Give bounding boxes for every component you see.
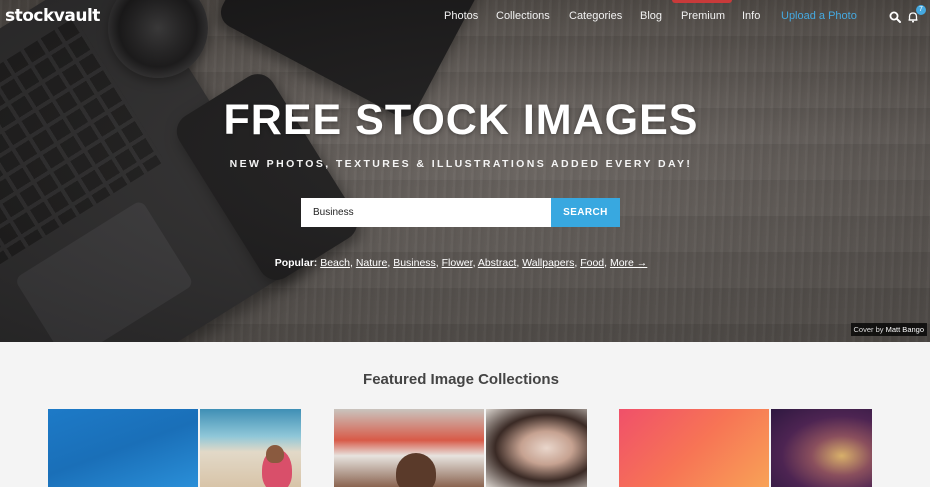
hero-title: FREE STOCK IMAGES [223,96,699,144]
nav-categories[interactable]: Categories [569,10,622,22]
cover-credit: Cover by Matt Bango [850,323,927,336]
nav-info[interactable]: Info [742,10,760,22]
popular-link-business[interactable]: Business [393,257,436,269]
nav-photos[interactable]: Photos [444,10,478,22]
popular-label: Popular: [274,257,318,269]
collection-thumbnail [619,409,769,487]
search-input[interactable] [301,198,552,227]
credit-prefix: Cover [853,325,874,334]
nav-upload-photo[interactable]: Upload a Photo [781,10,857,22]
credit-by: by [875,325,884,334]
collection-thumbnail [48,409,198,487]
popular-link-abstract[interactable]: Abstract [478,257,517,269]
collection-card[interactable] [48,409,301,487]
collection-thumbnail [200,409,301,487]
child-head [266,445,284,463]
popular-link-beach[interactable]: Beach [320,257,350,269]
hero-overlay [0,0,930,342]
popular-searches: Popular: Beach, Nature, Business, Flower… [274,257,648,269]
popular-link-wallpapers[interactable]: Wallpapers [522,257,574,269]
collection-thumbnail [771,409,872,487]
nav-premium[interactable]: Premium [681,10,725,22]
hero-subtitle: NEW PHOTOS, TEXTURES & ILLUSTRATIONS ADD… [229,158,693,170]
collection-thumbnail [486,409,587,487]
search-icon[interactable] [889,10,901,23]
collection-card[interactable] [619,409,872,487]
credit-author-link[interactable]: Matt Bango [886,325,924,334]
notification-badge: 7 [916,5,926,15]
popular-link-more[interactable]: More → [610,257,647,269]
popular-link-food[interactable]: Food [580,257,604,269]
nav-collections[interactable]: Collections [496,10,550,22]
hero-banner: stockvault Photos Collections Categories… [0,0,930,342]
collection-thumbnail [334,409,484,487]
search-button[interactable]: SEARCH [551,198,620,227]
popular-link-flower[interactable]: Flower [442,257,473,269]
nav-blog[interactable]: Blog [640,10,662,22]
person-figure [396,453,436,487]
premium-indicator [672,0,732,3]
main-nav: Photos Collections Categories Blog Premi… [0,10,930,24]
collection-card[interactable] [334,409,587,487]
featured-collections-title: Featured Image Collections [363,371,559,388]
popular-link-nature[interactable]: Nature [356,257,388,269]
